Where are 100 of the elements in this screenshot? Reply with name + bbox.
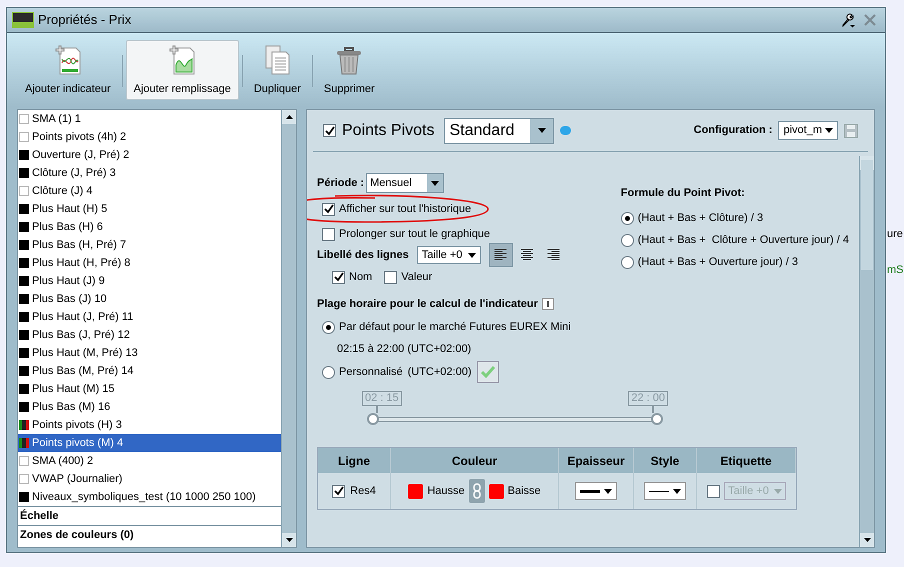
- filled-swatch-icon: [19, 384, 29, 394]
- time-range-title: Plage horaire pour le calcul de l'indicateur: [317, 297, 538, 312]
- checkbox[interactable]: [384, 270, 398, 284]
- toolbar-button[interactable]: Ajouter remplissage: [126, 40, 239, 100]
- column-header: Couleur: [391, 448, 559, 473]
- chart-label: mS: [887, 263, 904, 278]
- scroll-up-icon[interactable]: [286, 115, 292, 119]
- list-item[interactable]: Niveaux_symboliques_test (10 1000 250 100): [18, 488, 281, 506]
- list-item[interactable]: Clôture (J) 4: [18, 182, 281, 200]
- list-item[interactable]: Plus Bas (M, Pré) 14: [18, 362, 281, 380]
- copy-icon: [263, 44, 292, 74]
- checkbox[interactable]: [323, 124, 336, 137]
- toolbar-button[interactable]: Supprimer: [316, 40, 383, 100]
- column-header: Style: [634, 448, 697, 473]
- filled-swatch-icon: [19, 168, 29, 178]
- formula-title: Formule du Point Pivot:: [620, 186, 746, 201]
- list-item[interactable]: Points pivots (4h) 2: [18, 128, 281, 146]
- scrollbar-thumb[interactable]: [861, 160, 873, 270]
- scroll-down-icon[interactable]: [286, 538, 292, 542]
- chain-link-icon: [472, 483, 481, 499]
- period-dropdown[interactable]: Mensuel: [366, 173, 444, 193]
- filled-swatch-icon: [19, 222, 29, 232]
- color-swatch[interactable]: [488, 484, 504, 498]
- caret-icon: [431, 180, 440, 186]
- line-name: Res4: [350, 484, 376, 499]
- list-item[interactable]: Plus Bas (J, Pré) 12: [18, 326, 281, 344]
- list-section[interactable]: Zones de couleurs (0): [18, 525, 281, 544]
- filled-swatch-icon: [19, 330, 29, 340]
- configuration-dropdown[interactable]: pivot_m: [778, 121, 838, 140]
- align-button[interactable]: [489, 243, 514, 267]
- time-range-option: Par défaut pour le marché Futures EUREX Mini: [339, 319, 571, 336]
- list-item[interactable]: Plus Haut (H) 5: [18, 200, 281, 218]
- scrollbar[interactable]: [859, 156, 874, 547]
- striped-swatch-icon: [19, 420, 29, 430]
- filled-swatch-icon: [19, 402, 29, 412]
- info-icon[interactable]: [542, 298, 554, 310]
- filled-swatch-icon: [19, 276, 29, 286]
- checkbox[interactable]: [332, 270, 345, 284]
- checkbox[interactable]: [332, 484, 346, 498]
- list-item[interactable]: Plus Haut (J) 9: [18, 272, 281, 290]
- scrollbar[interactable]: [281, 110, 296, 547]
- radio-button[interactable]: [322, 366, 335, 378]
- filled-swatch-icon: [19, 258, 29, 268]
- list-item[interactable]: Plus Bas (J) 10: [18, 290, 281, 308]
- list-item[interactable]: Plus Haut (H, Pré) 8: [18, 254, 281, 272]
- line-style-dropdown[interactable]: [644, 482, 686, 500]
- size-dropdown[interactable]: Taille +0: [416, 246, 482, 264]
- list-item[interactable]: VWAP (Journalier): [18, 470, 281, 488]
- filled-swatch-icon: [19, 204, 29, 214]
- formula-option: (Haut + Bas + Ouverture jour) / 3: [638, 254, 798, 271]
- trash-icon: [335, 44, 364, 74]
- option-label: Afficher sur tout l'historique: [339, 202, 472, 217]
- checkbox[interactable]: [322, 228, 335, 240]
- list-item[interactable]: Plus Haut (M, Pré) 13: [18, 344, 281, 362]
- radio-button[interactable]: [620, 256, 634, 269]
- list-section[interactable]: Échelle: [18, 506, 281, 525]
- window-title: Propriétés - Prix: [38, 11, 132, 30]
- filled-swatch-icon: [19, 294, 29, 304]
- indicator-name: Points Pivots: [342, 120, 434, 140]
- formula-option: (Haut + Bas + Clôture) / 3: [638, 210, 764, 227]
- list-item[interactable]: Plus Haut (M) 15: [18, 380, 281, 398]
- list-item[interactable]: SMA (1) 1: [18, 110, 281, 128]
- list-item[interactable]: Plus Bas (H) 6: [18, 218, 281, 236]
- configuration-label: Configuration :: [694, 123, 772, 138]
- scroll-down-icon[interactable]: [864, 538, 870, 542]
- checkbox[interactable]: [322, 202, 335, 216]
- preset-dropdown[interactable]: Standard: [444, 118, 554, 144]
- color-swatch[interactable]: [408, 484, 424, 498]
- list-item[interactable]: Plus Bas (M) 16: [18, 398, 281, 416]
- filled-swatch-icon: [19, 348, 29, 358]
- color-label: Baisse: [508, 484, 541, 499]
- list-item[interactable]: Points pivots (M) 4: [18, 434, 281, 452]
- list-item[interactable]: Plus Haut (J, Pré) 11: [18, 308, 281, 326]
- timezone-label: (UTC+02:00): [408, 364, 472, 380]
- column-header: Etiquette: [697, 448, 796, 473]
- striped-swatch-icon: [19, 438, 29, 448]
- list-item[interactable]: Plus Bas (H, Pré) 7: [18, 236, 281, 254]
- list-item[interactable]: SMA (400) 2: [18, 452, 281, 470]
- list-item[interactable]: Ouverture (J, Pré) 2: [18, 146, 281, 164]
- filled-swatch-icon: [19, 366, 29, 376]
- caret-icon: [538, 128, 546, 133]
- color-label: Hausse: [427, 484, 465, 499]
- wrench-icon[interactable]: [840, 12, 856, 28]
- thickness-dropdown[interactable]: [575, 482, 617, 500]
- checkbox[interactable]: [707, 484, 720, 498]
- toolbar-button[interactable]: Ajouter indicateur: [17, 40, 119, 100]
- radio-button[interactable]: [322, 321, 335, 334]
- list-item[interactable]: Points pivots (H) 3: [18, 416, 281, 434]
- toolbar-button[interactable]: Dupliquer: [246, 40, 309, 100]
- align-icon: [546, 248, 560, 262]
- caret-icon: [774, 488, 782, 494]
- radio-button[interactable]: [620, 234, 634, 247]
- radio-button[interactable]: [620, 212, 634, 225]
- list-item[interactable]: Clôture (J, Pré) 3: [18, 164, 281, 182]
- field-label: Nom: [349, 270, 372, 285]
- filled-swatch-icon: [19, 240, 29, 250]
- caret-icon: [673, 488, 681, 494]
- filled-swatch-icon: [19, 312, 29, 322]
- link-button[interactable]: [468, 479, 485, 503]
- chart-label: ure: [887, 227, 903, 242]
